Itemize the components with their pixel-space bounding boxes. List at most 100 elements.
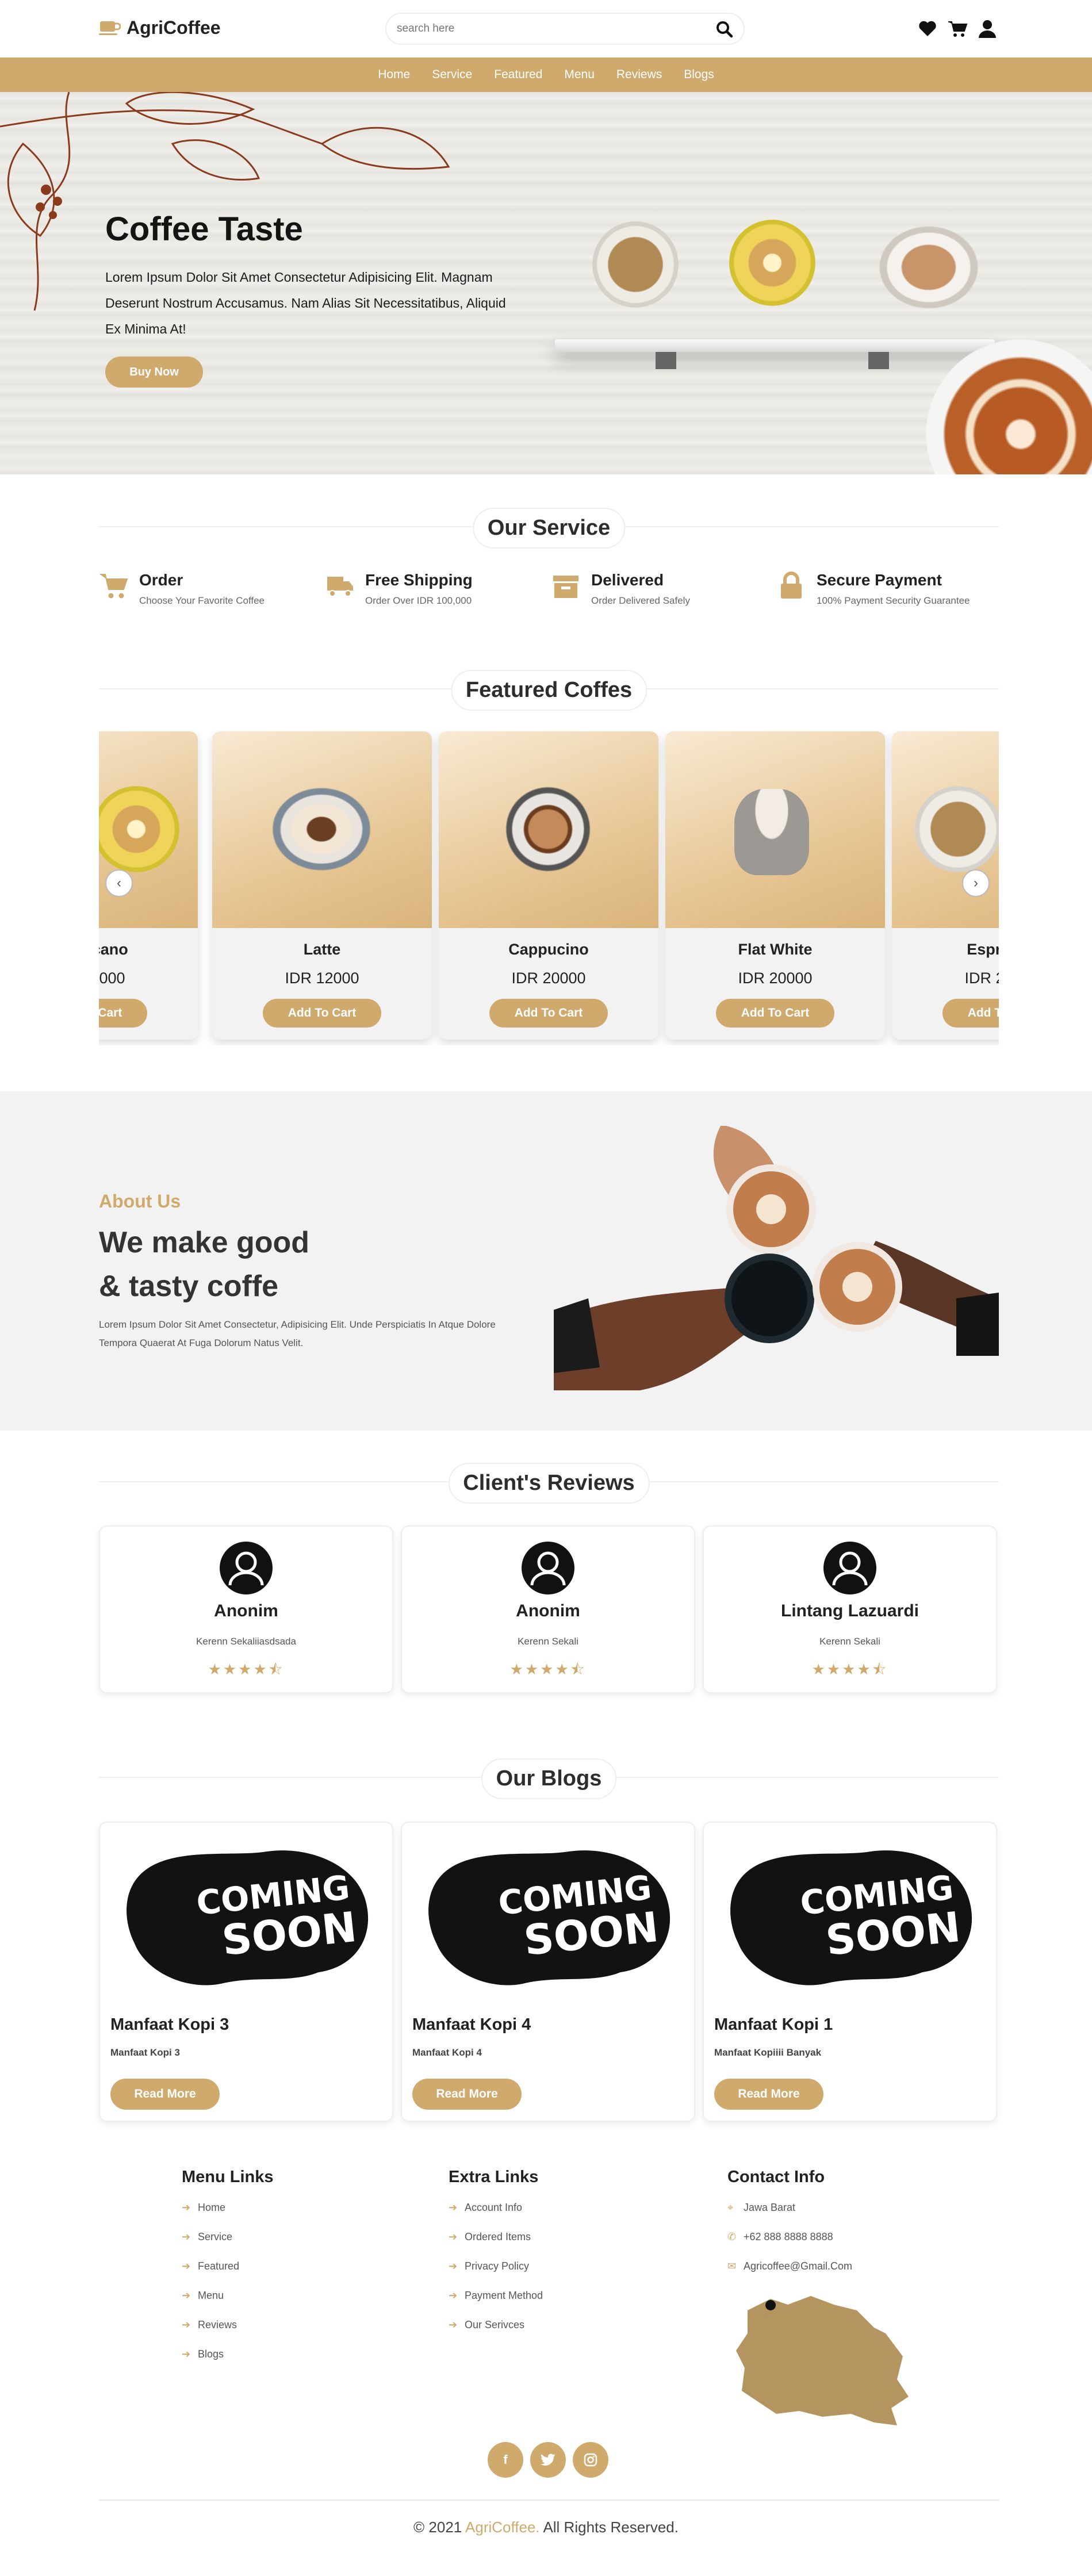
hero-section: Coffee Taste Lorem Ipsum Dolor Sit Amet … (0, 92, 1092, 474)
footer-link-featured[interactable]: ➔ Featured (182, 2260, 274, 2290)
product-image (212, 731, 432, 928)
service-title-order: Order (139, 571, 183, 589)
contact-phone[interactable]: ✆ +62 888 8888 8888 (727, 2231, 852, 2260)
facebook-icon: f (503, 2452, 508, 2467)
coffee-cup-icon (99, 21, 121, 35)
map-pin-icon: ⌖ (727, 2202, 734, 2213)
lock-icon (781, 572, 802, 599)
copyright: © 2021 AgriCoffee. All Rights Reserved. (0, 2518, 1092, 2536)
footer-link-home[interactable]: ➔ Home (182, 2202, 274, 2231)
cappuccino-cup-image (877, 224, 980, 310)
search-icon[interactable] (716, 21, 733, 38)
search-input[interactable] (397, 14, 707, 44)
arrow-right-icon: ➔ (449, 2231, 458, 2242)
add-to-cart-button[interactable]: Add To Cart (716, 999, 834, 1028)
footer-link-reviews[interactable]: ➔ Reviews (182, 2319, 274, 2348)
product-name: Flat White (738, 941, 813, 958)
footer-link-privacy-policy[interactable]: ➔ Privacy Policy (449, 2260, 543, 2290)
chevron-left-icon: ‹ (117, 875, 121, 891)
nav-reviews[interactable]: Reviews (616, 68, 662, 82)
main-nav: Home Service Featured Menu Reviews Blogs (0, 57, 1092, 92)
nav-home[interactable]: Home (378, 68, 410, 82)
blogs-title-line: Our Blogs (99, 1758, 999, 1799)
product-image (892, 731, 999, 928)
header: AgriCoffee (0, 0, 1092, 57)
coming-soon-image: COMING SOON (730, 1850, 972, 1985)
blog-card: COMING SOON Manfaat Kopi 4 Manfaat Kopi … (401, 1822, 695, 2122)
read-more-button[interactable]: Read More (110, 2079, 220, 2110)
avatar-icon (522, 1542, 574, 1594)
avatar-icon (220, 1542, 273, 1594)
footer-link-service[interactable]: ➔ Service (182, 2231, 274, 2260)
cart-icon[interactable] (947, 18, 968, 39)
arrow-right-icon: ➔ (182, 2290, 191, 2301)
footer-link-ordered-items[interactable]: ➔ Ordered Items (449, 2231, 543, 2260)
read-more-button[interactable]: Read More (412, 2079, 522, 2110)
twitter-button[interactable] (530, 2442, 566, 2478)
nav-service[interactable]: Service (432, 68, 472, 82)
brand-logo[interactable]: AgriCoffee (99, 17, 221, 39)
footer-extra-title: Extra Links (449, 2168, 539, 2186)
product-price: IDR 12000 (285, 969, 359, 987)
add-to-cart-button[interactable]: Add To Cart (263, 999, 381, 1028)
search-box (385, 13, 745, 45)
footer-contact-title: Contact Info (727, 2168, 825, 2186)
service-title-delivered: Delivered (591, 571, 664, 589)
nav-featured[interactable]: Featured (494, 68, 542, 82)
review-card: Anonim Kerenn Sekaliiasdsada ★★★★⯪ (99, 1525, 393, 1693)
footer-link-payment-method[interactable]: ➔ Payment Method (449, 2290, 543, 2319)
product-name: Cappucino (508, 941, 589, 958)
review-card: Anonim Kerenn Sekali ★★★★⯪ (401, 1525, 695, 1693)
carousel-prev-button[interactable]: ‹ (105, 869, 133, 897)
hero-title: Coffee Taste (105, 210, 303, 248)
review-text: Kerenn Sekali (819, 1636, 880, 1647)
nav-menu[interactable]: Menu (564, 68, 595, 82)
carousel-next-button[interactable]: › (962, 869, 990, 897)
contact-location: ⌖ Jawa Barat (727, 2202, 796, 2213)
product-image (99, 731, 198, 928)
footer-link-menu[interactable]: ➔ Menu (182, 2290, 274, 2319)
about-section: About Us We make good & tasty coffe Lore… (0, 1091, 1092, 1431)
read-more-button[interactable]: Read More (714, 2079, 823, 2110)
about-heading: We make good & tasty coffe (99, 1221, 444, 1308)
avatar-icon (823, 1542, 876, 1594)
footer-link-our-services[interactable]: ➔ Our Serivces (449, 2319, 543, 2348)
reviewer-name: Anonim (516, 1601, 580, 1620)
nav-blogs[interactable]: Blogs (684, 68, 714, 82)
user-icon[interactable] (977, 18, 998, 39)
instagram-button[interactable] (573, 2442, 608, 2478)
footer-extra-links: Extra Links ➔ Account Info ➔ Ordered Items… (449, 2168, 543, 2348)
reviewer-name: Lintang Lazuardi (781, 1601, 919, 1620)
product-image (665, 731, 885, 928)
add-to-cart-button[interactable]: Add To Cart (942, 999, 999, 1028)
about-heading-line2: & tasty coffe (99, 1270, 279, 1303)
add-to-cart-button[interactable]: Add To Cart (489, 999, 608, 1028)
copyright-brand[interactable]: AgriCoffee. (465, 2518, 540, 2536)
blog-subtitle: Manfaat Kopiiii Banyak (714, 2047, 822, 2058)
service-desc-order: Choose Your Favorite Coffee (139, 595, 265, 606)
cart-icon (100, 574, 128, 599)
service-delivered: Delivered Order Delivered Safely (551, 571, 690, 607)
latte-cup-image (729, 220, 815, 306)
review-text: Kerenn Sekali (518, 1636, 578, 1647)
contact-email[interactable]: ✉ Agricoffee@Gmail.Com (727, 2260, 852, 2290)
star-rating: ★★★★⯪ (208, 1661, 285, 1678)
facebook-button[interactable]: f (488, 2442, 523, 2478)
product-card: Cappucino IDR 20000 Add To Cart (439, 731, 658, 1040)
service-title: Our Service (472, 508, 626, 549)
coffee-cup-image (592, 221, 679, 308)
footer-link-account-info[interactable]: ➔ Account Info (449, 2202, 543, 2231)
featured-title: Featured Coffes (450, 670, 647, 711)
add-to-cart-button[interactable]: Add To Cart (99, 999, 147, 1028)
product-name: Espresso (967, 941, 999, 958)
reviewer-name: Anonim (214, 1601, 278, 1620)
footer-link-blogs[interactable]: ➔ Blogs (182, 2348, 274, 2378)
footer-contact-info: Contact Info ⌖ Jawa Barat ✆ +62 888 8888 8… (727, 2168, 852, 2290)
heart-icon[interactable] (917, 18, 938, 39)
buy-now-button[interactable]: Buy Now (105, 356, 203, 388)
arrow-right-icon: ➔ (182, 2231, 191, 2242)
brand-name: AgriCoffee (127, 17, 221, 38)
chevron-right-icon: › (974, 875, 978, 891)
review-card: Lintang Lazuardi Kerenn Sekali ★★★★⯪ (703, 1525, 997, 1693)
service-shipping: Free Shipping Order Over IDR 100,000 (325, 571, 473, 607)
